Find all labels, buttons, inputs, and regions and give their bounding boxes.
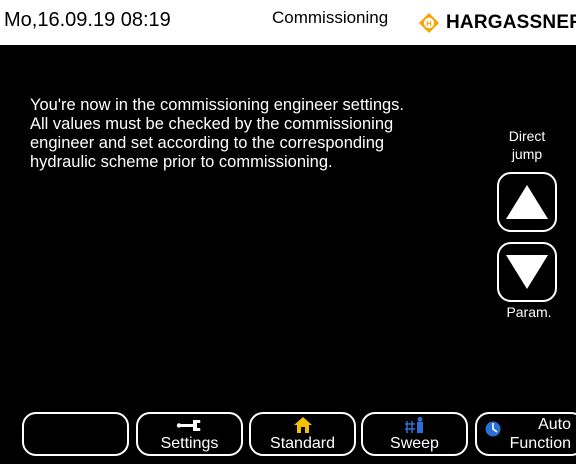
blank-button[interactable]: [22, 412, 129, 456]
house-icon: [251, 416, 354, 434]
standard-button[interactable]: Standard: [249, 412, 356, 456]
hargassner-logo-icon: H: [419, 13, 439, 33]
scroll-up-button[interactable]: [497, 172, 557, 232]
svg-text:H: H: [426, 19, 431, 28]
function-label: Function: [509, 435, 571, 452]
chimney-sweep-icon: [363, 416, 466, 434]
clock-icon: [485, 420, 501, 438]
standard-label: Standard: [270, 435, 335, 452]
direct-jump-label: Direct jump: [508, 128, 546, 162]
settings-button[interactable]: Settings: [136, 412, 243, 456]
datetime-display: Mo,16.09.19 08:19: [4, 9, 171, 31]
param-label: Param.: [506, 304, 552, 320]
auto-label: Auto: [538, 416, 571, 433]
scroll-down-button[interactable]: [497, 242, 557, 302]
sweep-label: Sweep: [390, 435, 439, 452]
auto-function-button[interactable]: Auto Function: [475, 412, 576, 456]
header-bar: Mo,16.09.19 08:19 Commissioning H HARGAS…: [0, 0, 576, 45]
triangle-down-icon: [506, 255, 548, 289]
commissioning-message: You're now in the commissioning engineer…: [30, 96, 405, 171]
brand-name: HARGASSNER: [446, 12, 576, 33]
wrench-icon: [138, 416, 241, 434]
settings-label: Settings: [160, 435, 219, 452]
brand: H HARGASSNER: [418, 6, 576, 40]
sweep-button[interactable]: Sweep: [361, 412, 468, 456]
triangle-up-icon: [506, 185, 548, 219]
screen-title: Commissioning: [272, 8, 389, 27]
